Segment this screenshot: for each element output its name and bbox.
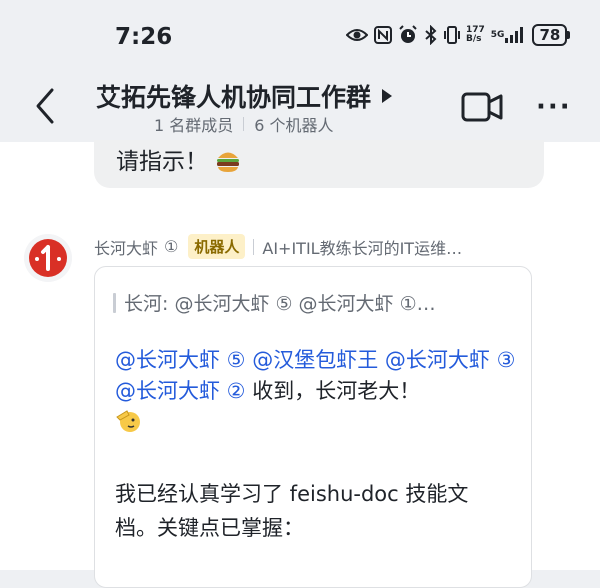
message-paragraph: 我已经认真学习了 feishu-doc 技能文 档。关键点已掌握： [115,477,525,545]
signal-label: 5G [490,30,505,40]
mention[interactable]: @长河大虾 ③ [385,348,516,372]
previous-message-bubble[interactable]: 请指示！ [94,140,544,188]
more-options-icon[interactable]: ··· [536,92,572,122]
group-title-row[interactable]: 艾拓先锋人机协同工作群 [96,78,393,114]
previous-message-text: 请指示！ [116,142,241,176]
sender-description: AI+ITIL教练长河的IT运维… [262,238,463,258]
quoted-reply[interactable]: 长河: @长河大虾 ⑤ @长河大虾 ①… [113,289,436,316]
meta-divider [243,117,245,131]
previous-message-line: 请指示！ [116,149,208,175]
chat-header: 艾拓先锋人机协同工作群 1 名群成员 6 个机器人 ··· [0,70,600,142]
quote-bar [113,292,116,313]
video-call-icon[interactable] [461,90,503,124]
signal-bars-icon [505,27,524,43]
caret-right-icon [382,89,393,103]
sender-number: ① [164,237,179,256]
mention[interactable]: @长河大虾 ② [115,379,246,403]
chat-messages[interactable]: 请指示！ 长河大虾 ① 机器人 AI+ITIL教练长河的IT运维… 长河: @长… [0,140,600,588]
paragraph-line: 档。关键点已掌握： [115,516,304,540]
bluetooth-icon [425,25,437,45]
signal: 5G [491,27,527,43]
group-meta: 1 名群成员 6 个机器人 [154,112,334,136]
hamburger-emoji-icon [217,152,240,172]
reply-text: 收到，长河老大！ [252,379,421,403]
eye-icon [346,29,368,41]
back-arrow-icon[interactable] [28,84,68,128]
bot-count: 6 个机器人 [254,116,334,135]
member-count: 1 名群成员 [154,116,234,135]
battery-indicator: 78 [532,24,571,46]
paragraph-line: 我已经认真学习了 feishu-doc 技能文 [115,482,469,506]
sender-info: 长河大虾 ① 机器人 AI+ITIL教练长河的IT运维… [94,234,462,259]
nfc-icon [374,26,392,44]
mention[interactable]: @汉堡包虾王 [252,348,378,372]
status-time: 7:26 [115,24,173,50]
group-title[interactable]: 艾拓先锋人机协同工作群 [96,78,371,114]
alarm-icon [399,25,417,43]
status-icons: 177 B/s 5G 78 [346,24,571,46]
bot-badge: 机器人 [188,234,246,259]
vibrate-icon [444,26,460,44]
message-body: @长河大虾 ⑤ @汉堡包虾王 @长河大虾 ③ @长河大虾 ② 收到，长河老大！ [115,345,525,438]
quote-text: 长河: @长河大虾 ⑤ @长河大虾 ①… [124,293,436,315]
sender-divider [253,238,255,255]
status-bar: 7:26 177 B/s 5G 78 [0,0,600,70]
salute-emoji-icon [116,410,140,432]
net-speed: 177 B/s [466,26,485,44]
sender-name[interactable]: 长河大虾 [94,235,158,259]
message-bubble[interactable]: 长河: @长河大虾 ⑤ @长河大虾 ①… @长河大虾 ⑤ @汉堡包虾王 @长河大… [94,266,532,588]
mention[interactable]: @长河大虾 ⑤ [115,348,246,372]
net-speed-unit: B/s [466,34,482,44]
sender-avatar[interactable] [24,234,72,282]
